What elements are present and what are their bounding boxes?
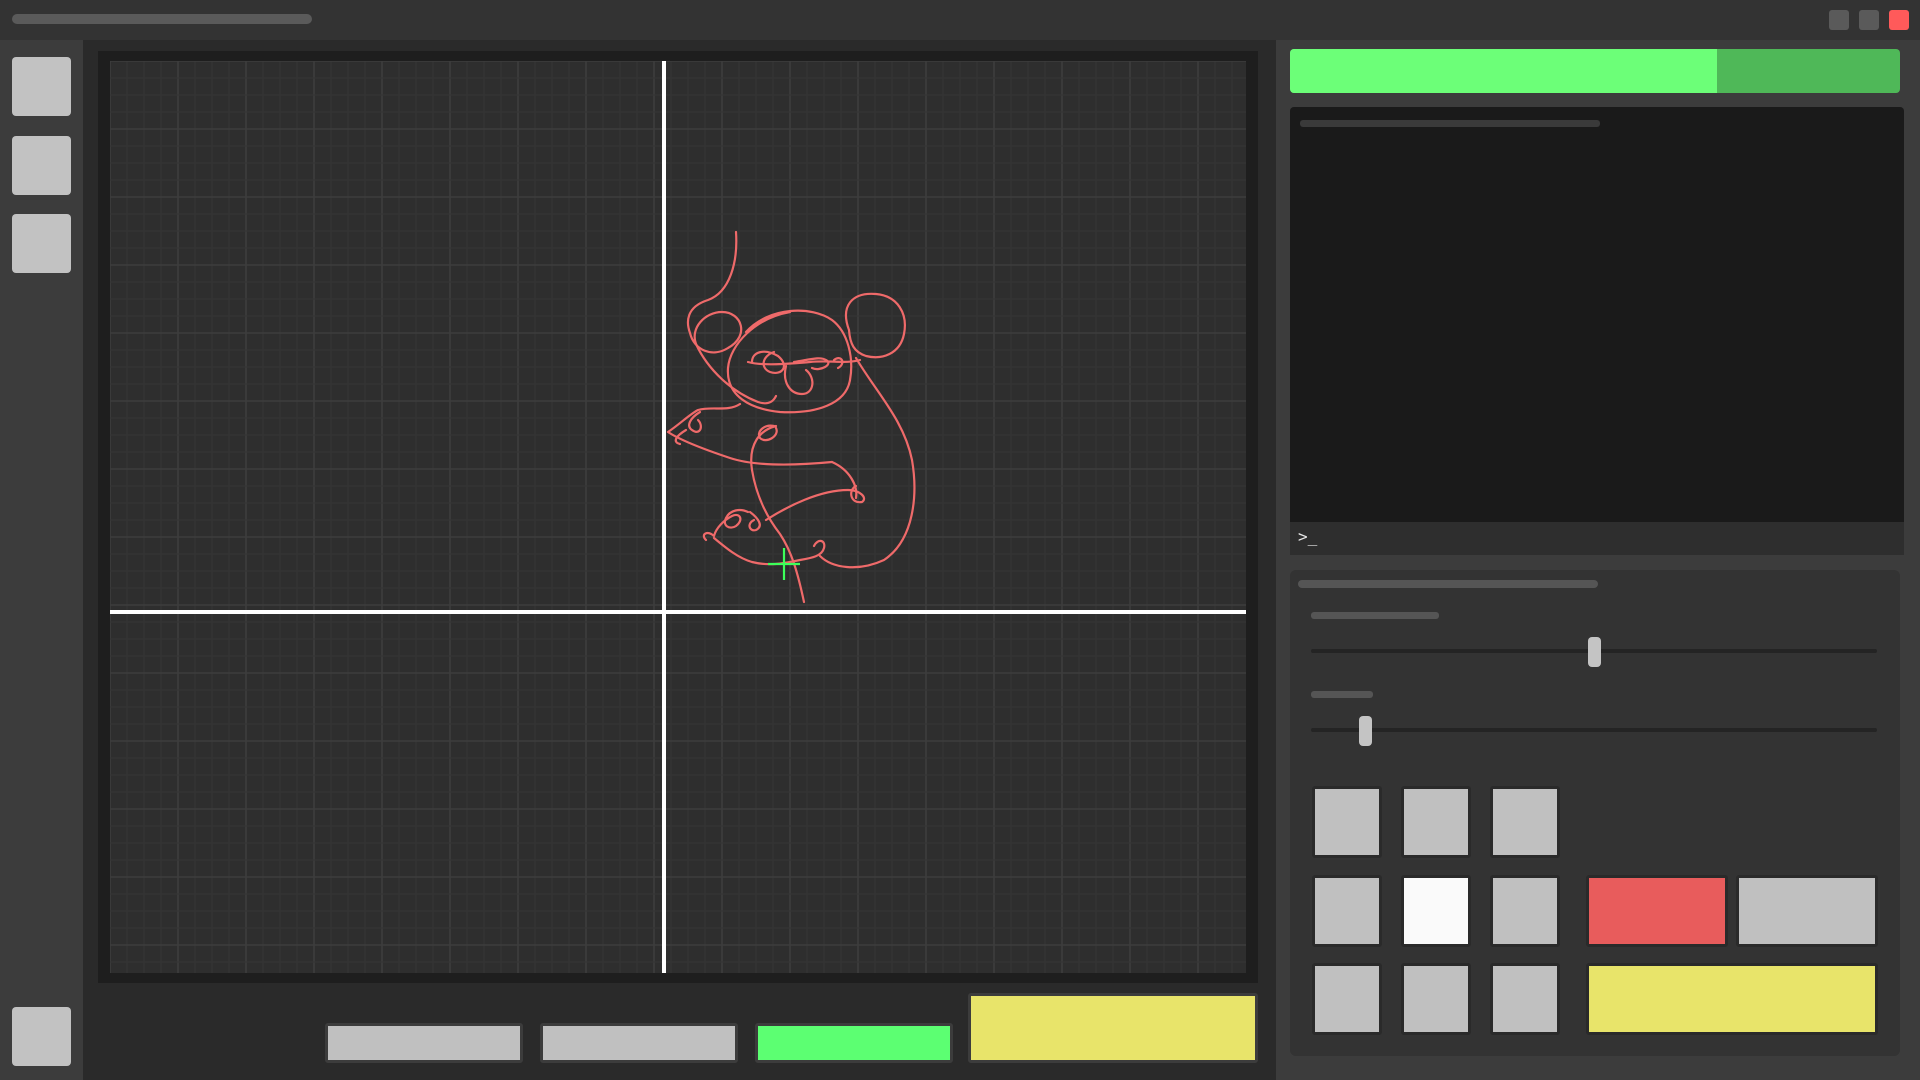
bottom-button-1[interactable] <box>325 1023 523 1063</box>
canvas-grid <box>110 61 1246 973</box>
left-toolbar <box>0 40 83 1080</box>
grid-button-2-3[interactable] <box>1490 875 1560 947</box>
close-button[interactable] <box>1889 10 1909 30</box>
tool-button-bottom[interactable] <box>12 1007 71 1066</box>
tool-button-3[interactable] <box>12 214 71 273</box>
grid-button-3-2[interactable] <box>1401 963 1471 1035</box>
bottom-button-yellow[interactable] <box>968 993 1258 1063</box>
tool-button-2[interactable] <box>12 136 71 195</box>
gray-action-button[interactable] <box>1736 875 1878 947</box>
slider-2-track[interactable] <box>1311 728 1877 732</box>
console-input[interactable] <box>1290 522 1904 555</box>
tool-button-1[interactable] <box>12 57 71 116</box>
grid-button-2-1[interactable] <box>1312 875 1382 947</box>
grid-button-1-1[interactable] <box>1312 786 1382 858</box>
drawing-canvas[interactable] <box>110 61 1246 973</box>
grid-button-3-3[interactable] <box>1490 963 1560 1035</box>
console-header <box>1300 120 1600 127</box>
console-output <box>1290 107 1904 555</box>
grid-button-1-3[interactable] <box>1490 786 1560 858</box>
console-prompt: >_ <box>1298 527 1318 546</box>
grid-button-2-2[interactable] <box>1401 875 1471 947</box>
bottom-button-2[interactable] <box>540 1023 738 1063</box>
grid-button-1-2[interactable] <box>1401 786 1471 858</box>
minimize-button[interactable] <box>1829 10 1849 30</box>
bottom-button-green[interactable] <box>755 1023 953 1063</box>
slider-2-thumb[interactable] <box>1358 716 1372 746</box>
slider-2-label <box>1311 691 1373 698</box>
red-action-button[interactable] <box>1586 875 1728 947</box>
slider-1-thumb[interactable] <box>1588 637 1601 667</box>
progress-bar <box>1290 49 1900 93</box>
maximize-button[interactable] <box>1859 10 1879 30</box>
yellow-action-button[interactable] <box>1586 963 1878 1035</box>
progress-fill <box>1290 49 1717 93</box>
grid-button-3-1[interactable] <box>1312 963 1382 1035</box>
settings-header <box>1298 580 1598 588</box>
slider-1-label <box>1311 612 1439 619</box>
window-title-placeholder <box>12 14 312 24</box>
